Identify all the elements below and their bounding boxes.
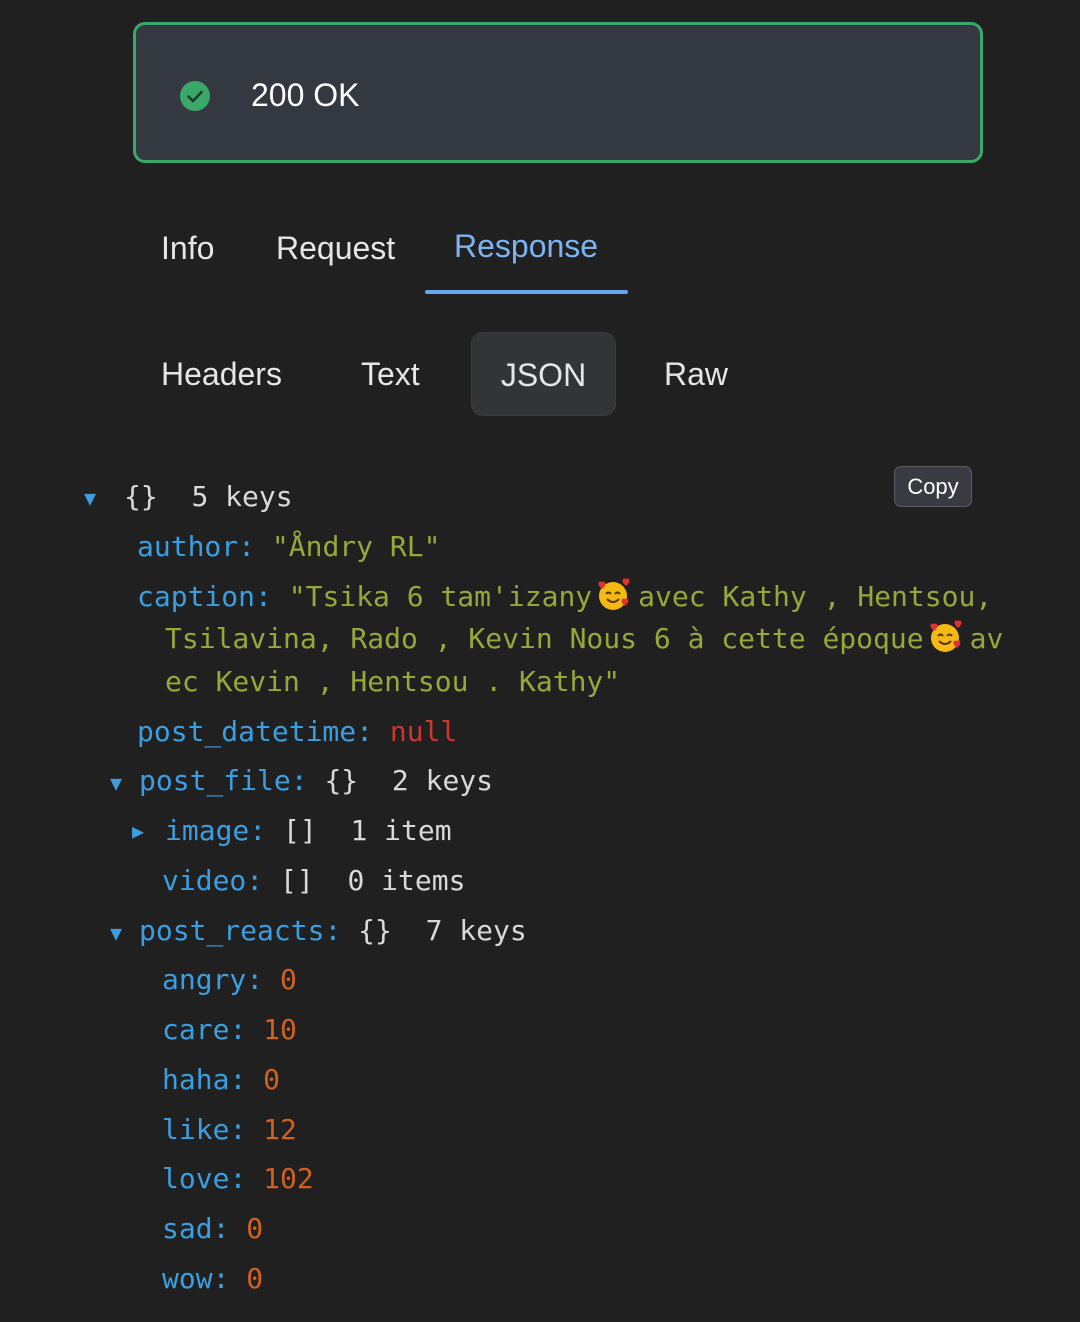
- json-key: sad: [162, 1212, 213, 1245]
- response-subtabs: Headers Text JSON Raw: [0, 332, 1080, 418]
- json-row-image: image: [] 1 item: [165, 814, 452, 847]
- active-tab-indicator: [425, 290, 628, 294]
- collapse-root-toggle-icon[interactable]: ▼: [84, 478, 96, 518]
- check-circle-icon: [180, 81, 210, 111]
- json-string-value: Tsilavina, Rado , Kevin Nous 6 à cette é…: [165, 622, 924, 655]
- json-row-react: wow: 0: [162, 1262, 264, 1295]
- subtab-text[interactable]: Text: [361, 332, 425, 416]
- json-row-post-file: post_file: {} 2 keys: [139, 764, 494, 797]
- json-key: haha: [162, 1063, 230, 1096]
- main-tabs: Info Request Response: [0, 220, 1080, 300]
- json-row-video: video: [] 0 items: [162, 864, 466, 897]
- json-root: {} 5 keys: [124, 477, 293, 517]
- subtab-headers[interactable]: Headers: [161, 332, 286, 416]
- smiling-face-with-hearts-icon: [930, 620, 962, 652]
- json-number-value: 0: [280, 963, 297, 996]
- json-key: post_file: [139, 764, 291, 797]
- json-row-react: love: 102: [162, 1162, 314, 1195]
- json-string-value: "Tsika 6 tam'izany: [288, 580, 593, 613]
- json-row-post-datetime: post_datetime: null: [137, 715, 458, 748]
- subtab-raw[interactable]: Raw: [664, 332, 728, 416]
- json-row-react: like: 12: [162, 1113, 297, 1146]
- status-text: 200 OK: [251, 77, 360, 113]
- root-brace: {}: [124, 480, 158, 513]
- json-key: post_reacts: [139, 914, 325, 947]
- key-count: 7 keys: [425, 914, 527, 947]
- json-row-caption-cont: ec Kevin , Hentsou . Kathy": [165, 662, 620, 702]
- json-number-value: 102: [263, 1162, 314, 1195]
- json-string-value: avec Kathy , Hentsou,: [638, 580, 993, 613]
- json-row-react: care: 10: [162, 1013, 297, 1046]
- tab-info[interactable]: Info: [161, 220, 214, 276]
- smiling-face-with-hearts-icon: [598, 578, 630, 610]
- json-string-value: "Åndry RL": [271, 530, 441, 563]
- json-number-value: 0: [246, 1212, 264, 1245]
- json-key: caption: [137, 580, 256, 613]
- json-number-value: 12: [263, 1113, 297, 1146]
- json-number-value: 0: [263, 1063, 281, 1096]
- json-key: video: [162, 864, 247, 897]
- json-row-post-reacts: post_reacts: {} 7 keys: [139, 914, 527, 947]
- subtab-json[interactable]: JSON: [471, 332, 616, 416]
- json-key: angry: [162, 963, 247, 996]
- json-row-caption-cont: Tsilavina, Rado , Kevin Nous 6 à cette é…: [165, 619, 1003, 659]
- json-key: love: [162, 1162, 230, 1195]
- json-row-react: angry: 0: [162, 963, 297, 996]
- key-count: 2 keys: [391, 764, 494, 797]
- json-key: post_datetime: [137, 715, 357, 748]
- json-key: wow: [162, 1262, 213, 1295]
- json-key: image: [165, 814, 250, 847]
- json-key: like: [162, 1113, 230, 1146]
- json-row-react: sad: 0: [162, 1212, 264, 1245]
- json-number-value: 10: [263, 1013, 297, 1046]
- item-count: 0 items: [347, 864, 466, 897]
- json-row-caption: caption: "Tsika 6 tam'izany avec Kathy , …: [137, 578, 993, 613]
- tab-response[interactable]: Response: [454, 218, 598, 274]
- expand-image-toggle-icon[interactable]: ▶: [132, 811, 144, 851]
- json-key: author: [137, 530, 239, 563]
- json-row-author: author: "Åndry RL": [137, 530, 441, 563]
- json-null-value: null: [389, 715, 458, 748]
- copy-button[interactable]: Copy: [894, 466, 972, 507]
- collapse-post-reacts-toggle-icon[interactable]: ▼: [110, 913, 122, 953]
- tab-request[interactable]: Request: [276, 220, 395, 276]
- root-key-count: 5 keys: [191, 480, 293, 513]
- json-string-value: av: [969, 622, 1004, 655]
- status-banner: 200 OK: [133, 22, 983, 163]
- json-number-value: 0: [246, 1262, 264, 1295]
- json-string-value: ec Kevin , Hentsou . Kathy": [165, 665, 621, 698]
- json-key: care: [162, 1013, 230, 1046]
- item-count: 1 item: [350, 814, 452, 847]
- json-row-react: haha: 0: [162, 1063, 281, 1096]
- collapse-post-file-toggle-icon[interactable]: ▼: [110, 763, 122, 803]
